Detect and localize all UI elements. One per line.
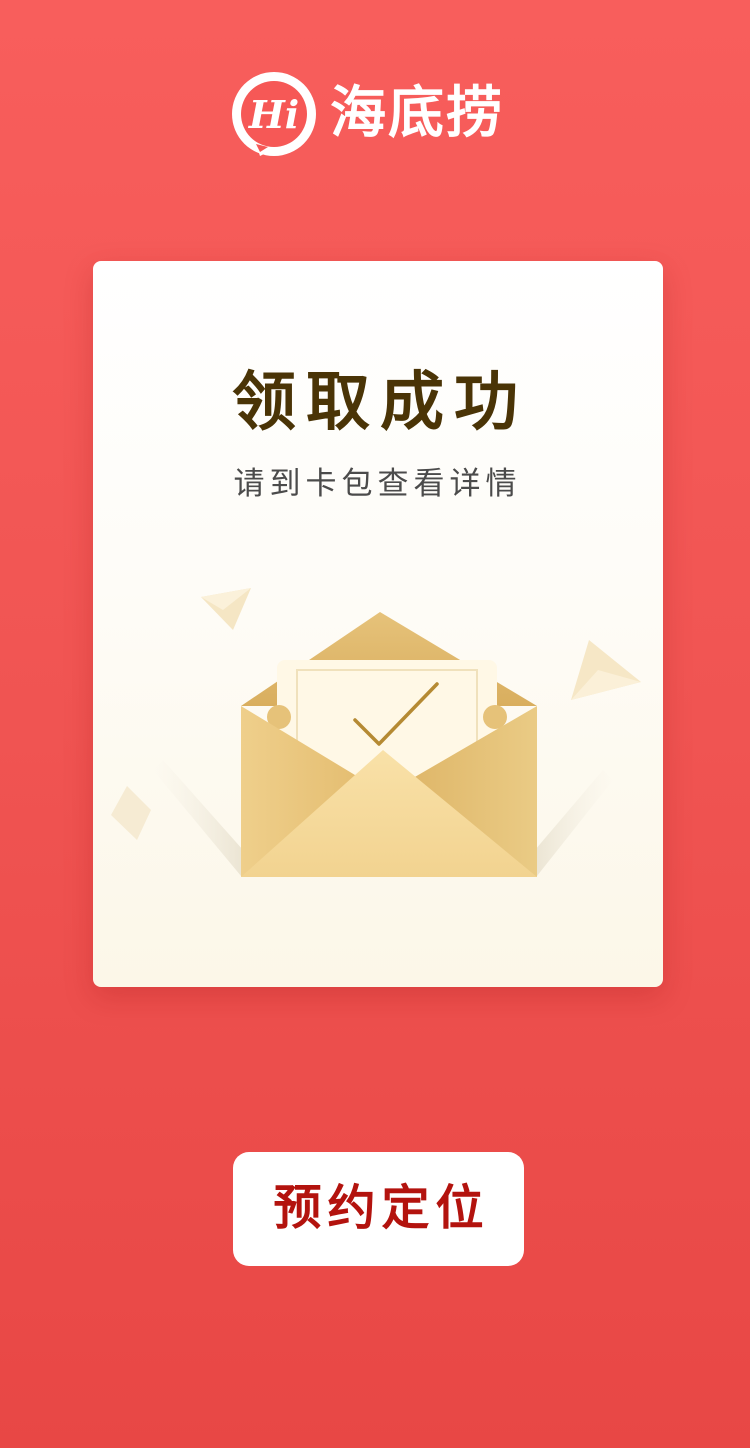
light-ray-left: [153, 760, 243, 876]
light-ray-right: [535, 770, 613, 876]
open-envelope-check-icon: [111, 588, 641, 877]
brand-name: 海底捞: [330, 81, 504, 146]
success-title: 领取成功: [232, 366, 528, 440]
reserve-location-label: 预约定位: [273, 1182, 490, 1235]
logo-mark-text: Hi: [248, 92, 299, 137]
hi-speech-bubble-icon: Hi: [232, 72, 316, 156]
brand-logo: Hi 海底捞: [230, 69, 530, 159]
diamond-shape: [111, 786, 151, 840]
success-subtitle: 请到卡包查看详情: [233, 466, 522, 502]
reserve-location-button[interactable]: 预约定位: [233, 1152, 524, 1266]
